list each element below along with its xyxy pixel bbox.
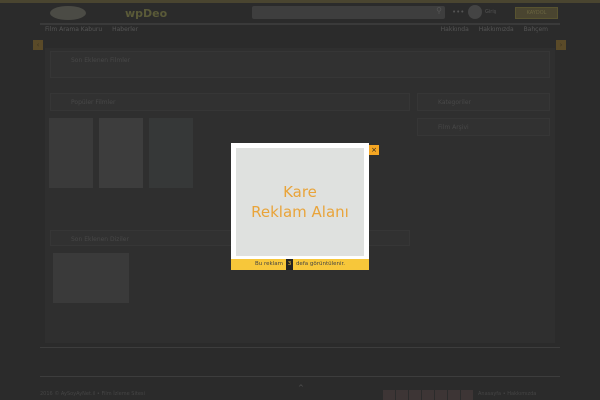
ad-area[interactable]: Kare Reklam Alanı (236, 148, 364, 256)
nav-item[interactable]: Hakkında (441, 26, 469, 33)
social-icon[interactable] (409, 390, 421, 400)
scroll-top-icon[interactable]: ^ (298, 384, 304, 392)
section-title: Son Eklenen Filmler (71, 57, 131, 64)
footer-link[interactable]: Anasayfa (478, 391, 501, 397)
logo-text[interactable]: wpDeo (125, 7, 167, 20)
login-link[interactable]: Giriş (485, 9, 496, 15)
footer-link[interactable]: Hakkımızda (507, 391, 536, 397)
header: wpDeo ⚲ ••• Giriş KAYDOL (40, 3, 560, 25)
footer-band (40, 347, 560, 377)
ad-view-count: 3 (285, 259, 294, 270)
nav-item[interactable]: Bahçem (524, 26, 548, 33)
nav-item[interactable]: Hakkımızda (479, 26, 514, 33)
ad-view-count-bar: Bu reklam 3 defa görüntülenir. (231, 259, 369, 270)
movie-poster[interactable] (149, 118, 193, 188)
social-icons (383, 390, 473, 400)
ad-title-line2: Reklam Alanı (251, 203, 349, 221)
copyright: 2016 © AySoyAyNet.il • Film İzleme Sites… (40, 391, 145, 397)
nav-bar: Film Arama Kaburu Haberler Hakkında Hakk… (40, 26, 560, 38)
social-icon[interactable] (435, 390, 447, 400)
ad-count-prefix: Bu reklam (254, 261, 283, 267)
ad-title-line1: Kare (283, 183, 317, 201)
sidebar-title: Kategoriler (438, 99, 471, 106)
section-title: Popüler Filmler (71, 99, 116, 106)
logo-icon[interactable] (50, 6, 86, 20)
more-icon[interactable]: ••• (452, 8, 464, 16)
sidebar-title: Film Arşivi (438, 124, 469, 131)
next-arrow-icon[interactable]: › (556, 40, 566, 50)
close-modal-button[interactable]: × (369, 145, 379, 155)
search-icon[interactable]: ⚲ (436, 6, 442, 15)
register-button[interactable]: KAYDOL (515, 7, 558, 19)
avatar[interactable] (468, 5, 482, 19)
ad-modal: Kare Reklam Alanı Bu reklam 3 defa görünt… (231, 143, 369, 270)
ad-count-suffix: defa görüntülenir. (295, 261, 346, 267)
social-icon[interactable] (448, 390, 460, 400)
series-poster[interactable] (53, 253, 129, 303)
social-icon[interactable] (396, 390, 408, 400)
section-title: Son Eklenen Diziler (71, 236, 129, 243)
nav-item[interactable]: Haberler (112, 26, 138, 33)
footer-links: Anasayfa • Hakkımızda (478, 391, 537, 397)
movie-poster[interactable] (49, 118, 93, 188)
prev-arrow-icon[interactable]: ‹ (33, 40, 43, 50)
search-input[interactable]: ⚲ (252, 6, 445, 19)
social-icon[interactable] (461, 390, 473, 400)
social-icon[interactable] (422, 390, 434, 400)
social-icon[interactable] (383, 390, 395, 400)
nav-item[interactable]: Film Arama Kaburu (45, 26, 102, 33)
movie-poster[interactable] (99, 118, 143, 188)
